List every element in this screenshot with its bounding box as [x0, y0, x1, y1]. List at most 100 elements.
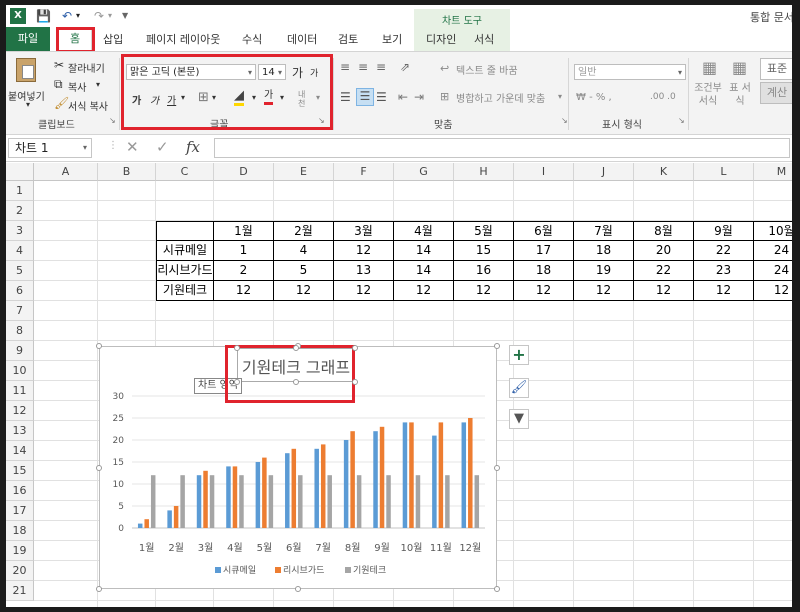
- table-cell[interactable]: 22: [694, 241, 754, 261]
- table-cell[interactable]: 14: [394, 261, 454, 281]
- copy-button[interactable]: 복사: [68, 79, 86, 94]
- table-cell[interactable]: 23: [694, 261, 754, 281]
- row-header[interactable]: 5: [6, 261, 34, 281]
- title-resize-handle[interactable]: [293, 379, 299, 385]
- decrease-indent-icon[interactable]: ⇤: [398, 90, 408, 104]
- tab-data[interactable]: 데이터: [287, 31, 317, 47]
- table-header-cell[interactable]: 10월: [754, 221, 792, 241]
- tab-format[interactable]: 서식: [474, 31, 494, 47]
- row-header[interactable]: 18: [6, 521, 34, 541]
- borders-dropdown-icon[interactable]: ▾: [212, 93, 216, 102]
- table-header-cell[interactable]: 7월: [574, 221, 634, 241]
- tab-formulas[interactable]: 수식: [242, 31, 262, 47]
- merge-dropdown-icon[interactable]: ▾: [558, 92, 562, 101]
- font-color-button[interactable]: 가: [264, 90, 274, 105]
- underline-button[interactable]: 가: [167, 92, 176, 107]
- column-header[interactable]: K: [634, 163, 694, 181]
- table-cell[interactable]: 12: [334, 241, 394, 261]
- table-header-cell[interactable]: [156, 221, 214, 241]
- italic-button[interactable]: 가: [150, 92, 159, 107]
- undo-icon[interactable]: ↶: [62, 8, 72, 24]
- style-calculation[interactable]: 계산: [760, 82, 792, 104]
- shrink-font-button[interactable]: 가: [310, 66, 318, 79]
- table-header-cell[interactable]: 9월: [694, 221, 754, 241]
- merge-center-button[interactable]: 병합하고 가운데 맞춤: [456, 90, 545, 105]
- table-header-cell[interactable]: 4월: [394, 221, 454, 241]
- table-cell[interactable]: 5: [274, 261, 334, 281]
- column-header[interactable]: B: [98, 163, 156, 181]
- title-resize-handle[interactable]: [234, 379, 240, 385]
- column-header[interactable]: H: [454, 163, 514, 181]
- customize-qat-icon[interactable]: ▼: [122, 8, 128, 24]
- table-cell[interactable]: 18: [514, 261, 574, 281]
- cut-button[interactable]: 잘라내기: [68, 60, 105, 75]
- column-header[interactable]: E: [274, 163, 334, 181]
- row-header[interactable]: 16: [6, 481, 34, 501]
- column-header[interactable]: A: [34, 163, 98, 181]
- table-header-cell[interactable]: 5월: [454, 221, 514, 241]
- underline-dropdown-icon[interactable]: ▾: [181, 93, 185, 102]
- align-center-icon[interactable]: ☰: [356, 88, 374, 106]
- row-header[interactable]: 1: [6, 181, 34, 201]
- format-as-table-button[interactable]: 표 서식: [728, 82, 752, 108]
- table-cell[interactable]: 22: [634, 261, 694, 281]
- row-header[interactable]: 19: [6, 541, 34, 561]
- chart-elements-button[interactable]: +: [509, 345, 529, 365]
- filter-icon[interactable]: ▼: [509, 409, 529, 429]
- tab-page-layout[interactable]: 페이지 레이아웃: [146, 31, 220, 47]
- formula-input[interactable]: [214, 138, 790, 158]
- table-cell[interactable]: 12: [574, 281, 634, 301]
- column-header[interactable]: C: [156, 163, 214, 181]
- column-header[interactable]: I: [514, 163, 574, 181]
- fill-color-icon[interactable]: ◢: [234, 89, 244, 106]
- wrap-text-button[interactable]: 텍스트 줄 바꿈: [456, 62, 518, 77]
- table-cell[interactable]: 18: [574, 241, 634, 261]
- table-cell[interactable]: 12: [754, 281, 792, 301]
- cut-icon[interactable]: ✂: [54, 58, 64, 72]
- column-header[interactable]: F: [334, 163, 394, 181]
- chart-resize-handle[interactable]: [295, 586, 301, 592]
- bold-button[interactable]: 가: [132, 92, 141, 107]
- grow-font-button[interactable]: 가: [292, 64, 303, 81]
- row-header[interactable]: 4: [6, 241, 34, 261]
- title-resize-handle[interactable]: [234, 345, 240, 351]
- table-cell[interactable]: 13: [334, 261, 394, 281]
- table-cell[interactable]: 12: [634, 281, 694, 301]
- number-launcher-icon[interactable]: ↘: [678, 116, 685, 125]
- chart-resize-handle[interactable]: [96, 464, 102, 471]
- number-format-combo[interactable]: 일반 ▾: [574, 64, 686, 80]
- table-cell[interactable]: 리시브가드: [156, 261, 214, 281]
- wrap-text-icon[interactable]: ↩: [440, 62, 449, 75]
- alignment-launcher-icon[interactable]: ↘: [561, 116, 568, 125]
- row-header[interactable]: 11: [6, 381, 34, 401]
- align-top-icon[interactable]: ≡: [340, 60, 350, 74]
- redo-icon[interactable]: ↷: [94, 8, 104, 24]
- table-cell[interactable]: 12: [334, 281, 394, 301]
- tab-design[interactable]: 디자인: [426, 31, 456, 47]
- orientation-icon[interactable]: ⇗: [400, 60, 410, 74]
- table-header-cell[interactable]: 2월: [274, 221, 334, 241]
- copy-dropdown-icon[interactable]: ▾: [96, 80, 100, 89]
- chart-resize-handle[interactable]: [494, 343, 500, 349]
- chart-resize-handle[interactable]: [494, 586, 500, 592]
- table-cell[interactable]: 24: [754, 241, 792, 261]
- table-cell[interactable]: 2: [214, 261, 274, 281]
- row-header[interactable]: 7: [6, 301, 34, 321]
- font-size-combo[interactable]: 14 ▾: [258, 64, 286, 80]
- align-left-icon[interactable]: ☰: [340, 90, 351, 104]
- insert-function-button[interactable]: fx: [186, 138, 200, 156]
- name-box[interactable]: 차트 1 ▾: [8, 138, 92, 158]
- table-cell[interactable]: 24: [754, 261, 792, 281]
- font-name-combo[interactable]: 맑은 고딕 (본문) ▾: [126, 64, 256, 80]
- column-header[interactable]: J: [574, 163, 634, 181]
- tab-review[interactable]: 검토: [338, 31, 358, 47]
- table-cell[interactable]: 12: [394, 281, 454, 301]
- clipboard-launcher-icon[interactable]: ↘: [109, 116, 116, 125]
- align-bottom-icon[interactable]: ≡: [376, 60, 386, 74]
- fill-color-dropdown-icon[interactable]: ▾: [252, 93, 256, 102]
- table-cell[interactable]: 1: [214, 241, 274, 261]
- title-resize-handle[interactable]: [352, 345, 358, 351]
- row-header[interactable]: 6: [6, 281, 34, 301]
- table-cell[interactable]: 12: [274, 281, 334, 301]
- table-header-cell[interactable]: 3월: [334, 221, 394, 241]
